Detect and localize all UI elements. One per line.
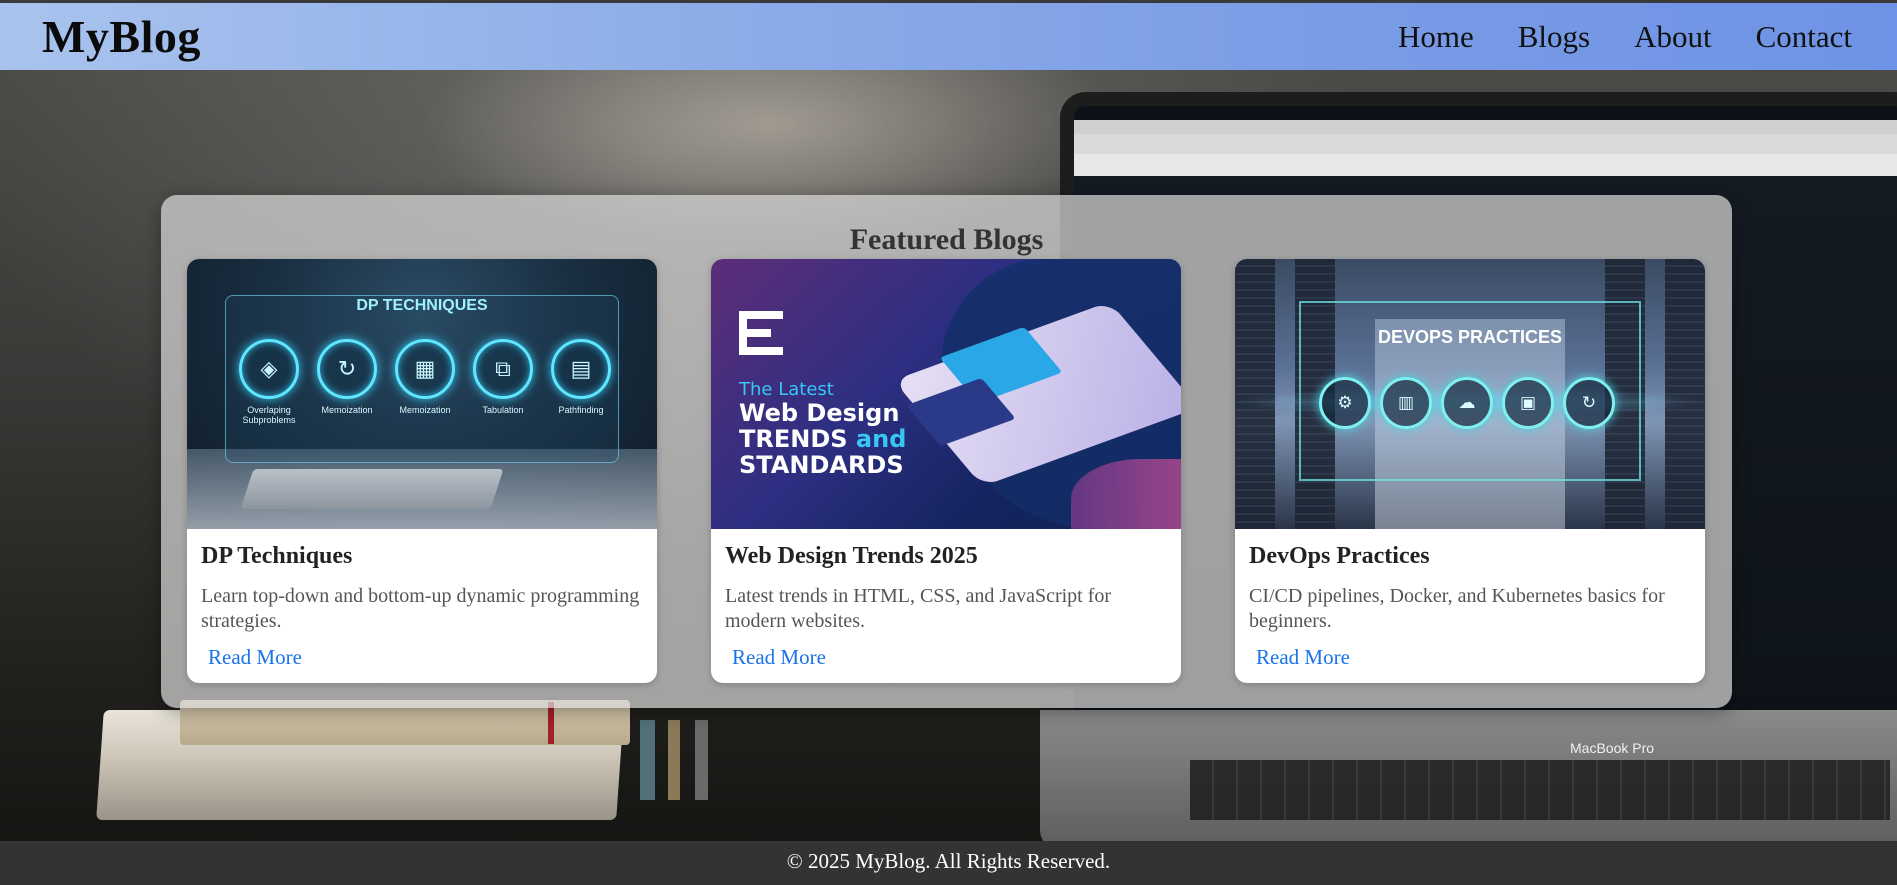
pens <box>640 720 730 800</box>
read-more-link[interactable]: Read More <box>732 645 826 670</box>
card-body: DP Techniques Learn top-down and bottom-… <box>201 539 641 634</box>
gear-icon: ⚙ <box>1319 377 1371 429</box>
card-description: CI/CD pipelines, Docker, and Kubernetes … <box>1249 585 1665 632</box>
featured-blogs-section: Featured Blogs DP TECHNIQUES ◈ ↻ ▦ ⧉ ▤ O… <box>161 195 1732 708</box>
card-title[interactable]: DevOps Practices <box>1249 543 1689 570</box>
laptop-menubar <box>1074 120 1897 134</box>
site-footer: © 2025 MyBlog. All Rights Reserved. <box>0 841 1897 885</box>
blog-card-web-design: The Latest Web Design TRENDS and STANDAR… <box>711 259 1181 683</box>
card-description: Latest trends in HTML, CSS, and JavaScri… <box>725 585 1112 632</box>
site-logo[interactable]: MyBlog <box>42 10 201 63</box>
card-body: Web Design Trends 2025 Latest trends in … <box>725 539 1165 634</box>
keyboard-graphic <box>240 469 504 509</box>
monitor-icon: ▣ <box>1502 377 1554 429</box>
laptop-tabs <box>1074 154 1897 176</box>
blog-card-image[interactable]: DP TECHNIQUES ◈ ↻ ▦ ⧉ ▤ Overlaping Subpr… <box>187 259 657 529</box>
image-subheading: The Latest <box>739 379 834 400</box>
table-icon: ▤ <box>551 339 611 399</box>
image-label: Pathfinding <box>558 405 604 415</box>
section-title: Featured Blogs <box>849 223 1044 256</box>
nav-blogs[interactable]: Blogs <box>1518 19 1590 55</box>
image-label: Memoization <box>399 405 451 415</box>
image-heading-part: and <box>855 425 907 453</box>
tree-icon: ⧉ <box>473 339 533 399</box>
blog-card-image[interactable]: DEVOPS PRACTICES ⚙ ▥ ☁ ▣ ↻ <box>1235 259 1705 529</box>
image-heading: TRENDS and <box>739 426 906 452</box>
read-more-link[interactable]: Read More <box>1256 645 1350 670</box>
notebook-ribbon <box>548 702 554 744</box>
site-header: MyBlog Home Blogs About Contact <box>0 0 1897 70</box>
image-heading: Web Design <box>739 399 900 427</box>
blog-card-image[interactable]: The Latest Web Design TRENDS and STANDAR… <box>711 259 1181 529</box>
build-icon: ▥ <box>1380 377 1432 429</box>
blog-card-devops: DEVOPS PRACTICES ⚙ ▥ ☁ ▣ ↻ DevOps Practi… <box>1235 259 1705 683</box>
laptop-keyboard <box>1190 760 1890 820</box>
image-heading: STANDARDS <box>739 451 904 479</box>
image-label: Tabulation <box>482 405 524 415</box>
card-body: DevOps Practices CI/CD pipelines, Docker… <box>1249 539 1689 634</box>
copyright-text: © 2025 MyBlog. All Rights Reserved. <box>786 849 1111 873</box>
brand-logo-icon <box>739 311 783 355</box>
card-title[interactable]: DP Techniques <box>201 543 641 570</box>
laptop-toolbar <box>1074 134 1897 154</box>
main-nav: Home Blogs About Contact <box>1398 19 1852 55</box>
laptop-label: MacBook Pro <box>1570 740 1655 756</box>
image-label: Overlaping Subproblems <box>242 405 296 425</box>
nav-home[interactable]: Home <box>1398 19 1474 55</box>
card-description: Learn top-down and bottom-up dynamic pro… <box>201 585 640 632</box>
image-label: Memoization <box>321 405 373 415</box>
read-more-link[interactable]: Read More <box>208 645 302 670</box>
image-heading: DP TECHNIQUES <box>356 297 488 314</box>
nav-about[interactable]: About <box>1634 19 1712 55</box>
card-title[interactable]: Web Design Trends 2025 <box>725 543 1165 570</box>
blog-card-dp: DP TECHNIQUES ◈ ↻ ▦ ⧉ ▤ Overlaping Subpr… <box>187 259 657 683</box>
image-text: The Latest Web Design TRENDS and STANDAR… <box>739 379 906 478</box>
refresh-icon: ↻ <box>317 339 377 399</box>
feedback-icon: ↻ <box>1563 377 1615 429</box>
overlap-icon: ◈ <box>239 339 299 399</box>
cloud-icon: ☁ <box>1441 377 1493 429</box>
grid-icon: ▦ <box>395 339 455 399</box>
nav-contact[interactable]: Contact <box>1756 19 1852 55</box>
image-heading-part: TRENDS <box>739 425 848 453</box>
image-heading: DEVOPS PRACTICES <box>1377 327 1563 347</box>
